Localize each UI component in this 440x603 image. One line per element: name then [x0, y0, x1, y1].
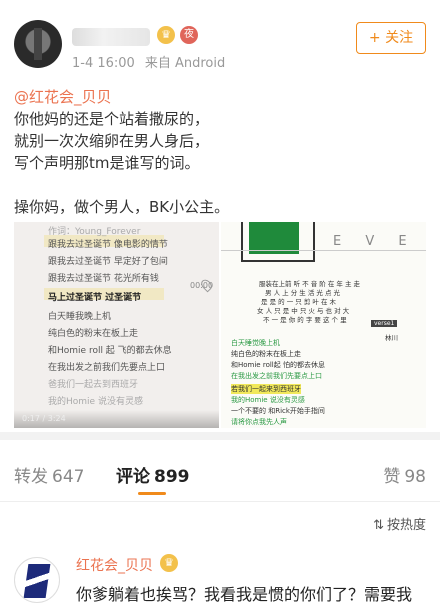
lyric-line: 马上过圣诞节 过圣诞节 [48, 293, 142, 303]
lyric-line: 跟我去过圣诞节 花光所有钱 [48, 274, 159, 284]
sheet-line: 我的Homie 说没有灵感 [231, 396, 305, 404]
lyric-line: 作词：Young_Forever [48, 227, 141, 237]
video-progress-bar[interactable]: 0:17 / 3:24 [14, 410, 219, 428]
tab-forward-count: 647 [52, 467, 85, 487]
tab-like-label: 赞 [383, 467, 401, 487]
tab-forward[interactable]: 转发 647 [14, 462, 84, 487]
sheet-line: 和Homie roll起 怕的都去休息 [231, 361, 325, 369]
user-avatar[interactable] [14, 20, 62, 68]
section-divider [0, 432, 440, 440]
crown-badge-icon: ♛ [160, 554, 178, 572]
tab-comment-count: 899 [154, 467, 190, 487]
sort-icon: ⇅ [373, 518, 384, 533]
sort-label: 按热度 [386, 518, 426, 533]
night-badge-icon: 夜 [180, 26, 198, 44]
tab-like[interactable]: 赞 98 [383, 462, 426, 487]
comment-text: 你爹躺着也挨骂？我看我是惯的你们了？需要我 [76, 585, 413, 603]
mention-link[interactable]: @红花会_贝贝 [14, 86, 426, 108]
post-tabs: 转发 647 评论 899 赞 98 [0, 440, 440, 502]
follow-button[interactable]: + 关注 [356, 22, 426, 54]
post-body: @红花会_贝贝 你他妈的还是个站着撒尿的， 就别一次次缩卵在男人身后， 写个声明… [14, 86, 426, 218]
lyric-line: 和Homie roll 起 飞的都去休息 [48, 346, 172, 356]
lyric-line: 跟我去过圣诞节 早定好了包间 [48, 257, 168, 267]
tab-like-count: 98 [404, 467, 426, 487]
album-frame [241, 222, 315, 262]
tab-forward-label: 转发 [14, 467, 48, 487]
post-line: 你他妈的还是个站着撒尿的， [14, 110, 210, 128]
lyric-line: 在我出发之前我们先要点上口 [48, 363, 166, 373]
lyric-line: 纯白色的粉末在板上走 [48, 329, 139, 339]
lyrics-screenshot-image[interactable]: 作词：Young_Forever 跟我去过圣诞节 像电影的情节 跟我去过圣诞节 … [14, 222, 219, 428]
lyric-line: 我的Homie 说没有灵感 [48, 397, 143, 407]
verse-tag: verse1 [371, 320, 398, 327]
lyric-line: 爸我们一起去到西班牙 [48, 380, 139, 390]
post-header: ♛ 夜 1-4 16:00 来自 Android + 关注 [0, 0, 440, 80]
tab-comment[interactable]: 评论 899 [116, 462, 190, 487]
sheet-line: 白天睡觉晚上机 [231, 339, 280, 347]
lyrics-sheet-image[interactable]: E V E 服装在上前 听 不 音 阶 在 年 主 走 男 人 上 分 生 活 … [221, 222, 426, 428]
sheet-line: 一个不要的 和Rick开始手指间 [231, 407, 325, 415]
sort-button[interactable]: ⇅ 按热度 [373, 514, 426, 533]
video-time: 0:17 / 3:24 [22, 414, 66, 423]
lyric-line: 跟我去过圣诞节 像电影的情节 [48, 240, 168, 250]
post-line: 就别一次次缩卵在男人身后， [14, 132, 210, 150]
tab-comment-label: 评论 [116, 467, 150, 487]
sheet-line: 请将你点我先人声 [231, 418, 287, 426]
sheet-line: 若我们一起来到西班牙 [231, 384, 301, 394]
sheet-line: 纯白色的粉末在板上走 [231, 350, 301, 358]
active-tab-indicator [138, 492, 166, 495]
artist-tag: 林川 [385, 334, 398, 342]
crown-badge-icon: ♛ [157, 26, 175, 44]
location-pin-icon [199, 277, 214, 293]
blurred-username[interactable] [72, 28, 150, 46]
post-source: 来自 Android [144, 56, 226, 71]
post-line: 写个声明那tm是谁写的词。 [14, 154, 200, 172]
sheet-line: 在我出发之前我们先要点上口 [231, 372, 322, 380]
sheet-line: 不 一 是 你 的 字 要 这 个 里 [263, 316, 347, 324]
post-timestamp: 1-4 16:00 [72, 56, 135, 71]
post-meta: 1-4 16:00 来自 Android [72, 52, 225, 71]
lyric-line: 白天睡我晚上机 [48, 312, 112, 322]
sheet-divider [221, 250, 426, 251]
post-line-last: 操你妈，做个男人，BK小公主。 [14, 198, 230, 216]
commenter-name[interactable]: 红花会_贝贝 [76, 555, 153, 575]
sheet-title: E V E [333, 234, 417, 249]
post-images: 作词：Young_Forever 跟我去过圣诞节 像电影的情节 跟我去过圣诞节 … [14, 222, 426, 428]
commenter-avatar[interactable] [14, 557, 60, 603]
comment-item: 红花会_贝贝 ♛ 你爹躺着也挨骂？我看我是惯的你们了？需要我 [0, 545, 440, 603]
